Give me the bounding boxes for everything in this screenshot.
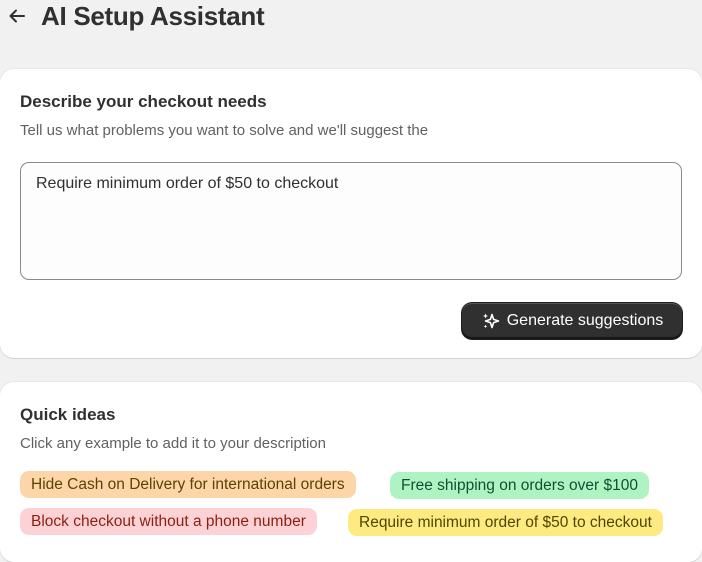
idea-chip-block-phone[interactable]: Block checkout without a phone number bbox=[20, 508, 317, 535]
idea-chip-minimum-order[interactable]: Require minimum order of $50 to checkout bbox=[348, 509, 663, 536]
quick-ideas-card: Quick ideas Click any example to add it … bbox=[0, 382, 702, 562]
generate-suggestions-label: Generate suggestions bbox=[506, 312, 664, 329]
page-header: AI Setup Assistant bbox=[0, 0, 702, 40]
quick-ideas-title: Quick ideas bbox=[20, 405, 116, 424]
idea-chip-label: Block checkout without a phone number bbox=[31, 512, 306, 530]
idea-chip-free-shipping[interactable]: Free shipping on orders over $100 bbox=[390, 472, 649, 499]
quick-ideas-subtitle: Click any example to add it to your desc… bbox=[20, 435, 326, 452]
sparkle-icon bbox=[482, 313, 500, 329]
idea-chip-label: Require minimum order of $50 to checkout bbox=[359, 513, 652, 531]
generate-suggestions-button[interactable]: Generate suggestions bbox=[462, 303, 682, 339]
describe-title: Describe your checkout needs bbox=[20, 92, 267, 111]
idea-chip-label: Hide Cash on Delivery for international … bbox=[31, 475, 345, 493]
arrow-left-icon bbox=[9, 9, 25, 23]
page-title: AI Setup Assistant bbox=[41, 1, 265, 31]
back-button[interactable] bbox=[6, 5, 28, 27]
describe-card: Describe your checkout needs Tell us wha… bbox=[0, 69, 702, 358]
idea-chip-label: Free shipping on orders over $100 bbox=[401, 476, 638, 494]
describe-subtitle: Tell us what problems you want to solve … bbox=[20, 122, 429, 139]
description-input[interactable]: Require minimum order of $50 to checkout bbox=[20, 162, 682, 280]
idea-chip-hide-cod[interactable]: Hide Cash on Delivery for international … bbox=[20, 471, 356, 498]
